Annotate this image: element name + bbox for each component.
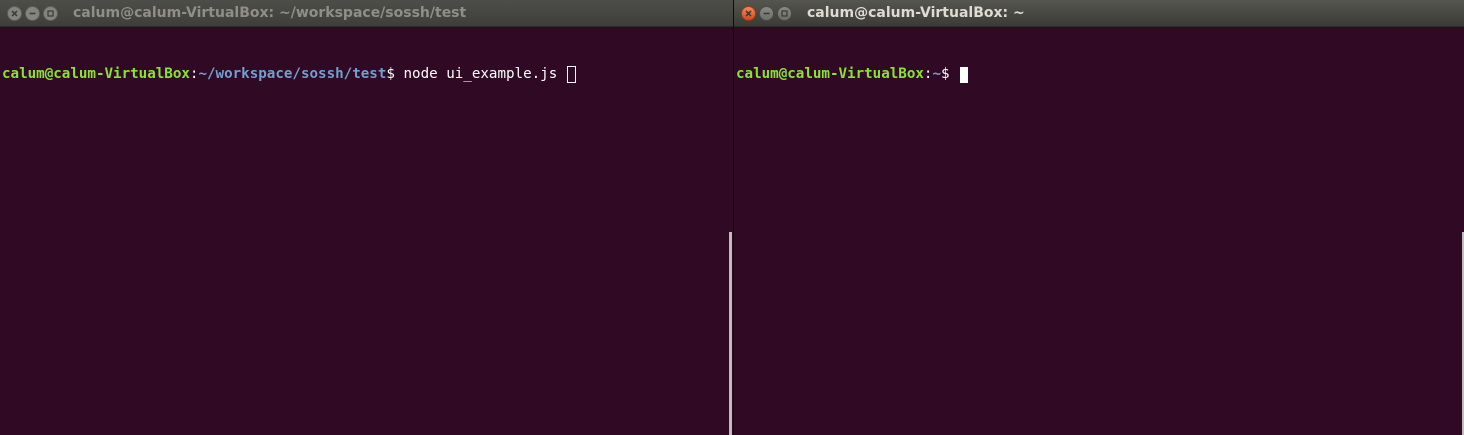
desktop: calum@calum-VirtualBox: ~/workspace/soss… — [0, 0, 1464, 435]
text-cursor — [566, 66, 576, 83]
minimize-icon[interactable] — [25, 5, 40, 21]
titlebar-right[interactable]: calum@calum-VirtualBox: ~ — [734, 0, 1464, 27]
terminal-window-left[interactable]: calum@calum-VirtualBox: ~/workspace/soss… — [0, 0, 733, 435]
window-controls-left — [7, 5, 67, 21]
maximize-icon[interactable] — [777, 5, 792, 21]
command-text: node ui_example.js — [403, 66, 566, 82]
text-cursor — [960, 66, 969, 83]
scrollbar-left[interactable] — [729, 232, 732, 435]
prompt-symbol: $ — [941, 66, 959, 82]
prompt-colon: : — [189, 66, 199, 82]
maximize-icon[interactable] — [43, 5, 58, 21]
close-icon[interactable] — [741, 5, 756, 21]
prompt-user: calum@calum-VirtualBox — [736, 66, 924, 82]
window-title-left: calum@calum-VirtualBox: ~/workspace/soss… — [73, 5, 467, 21]
prompt-symbol: $ — [386, 66, 404, 82]
close-icon[interactable] — [7, 5, 22, 21]
terminal-output-right[interactable]: calum@calum-VirtualBox: ~ $ — [734, 27, 1464, 435]
terminal-window-right[interactable]: calum@calum-VirtualBox: ~ calum@calum-Vi… — [733, 0, 1464, 435]
titlebar-left[interactable]: calum@calum-VirtualBox: ~/workspace/soss… — [0, 0, 733, 27]
window-title-right: calum@calum-VirtualBox: ~ — [807, 5, 1025, 21]
prompt-line: calum@calum-VirtualBox: ~ $ — [736, 65, 1462, 84]
prompt-user: calum@calum-VirtualBox — [2, 66, 190, 82]
prompt-path: ~ — [932, 66, 942, 82]
minimize-icon[interactable] — [759, 5, 774, 21]
prompt-line: calum@calum-VirtualBox: ~/workspace/sossh… — [2, 65, 731, 84]
prompt-colon: : — [923, 66, 933, 82]
prompt-path: ~/workspace/sossh/test — [198, 66, 387, 82]
terminal-output-left[interactable]: calum@calum-VirtualBox: ~/workspace/sossh… — [0, 27, 733, 435]
window-controls-right — [741, 5, 801, 21]
